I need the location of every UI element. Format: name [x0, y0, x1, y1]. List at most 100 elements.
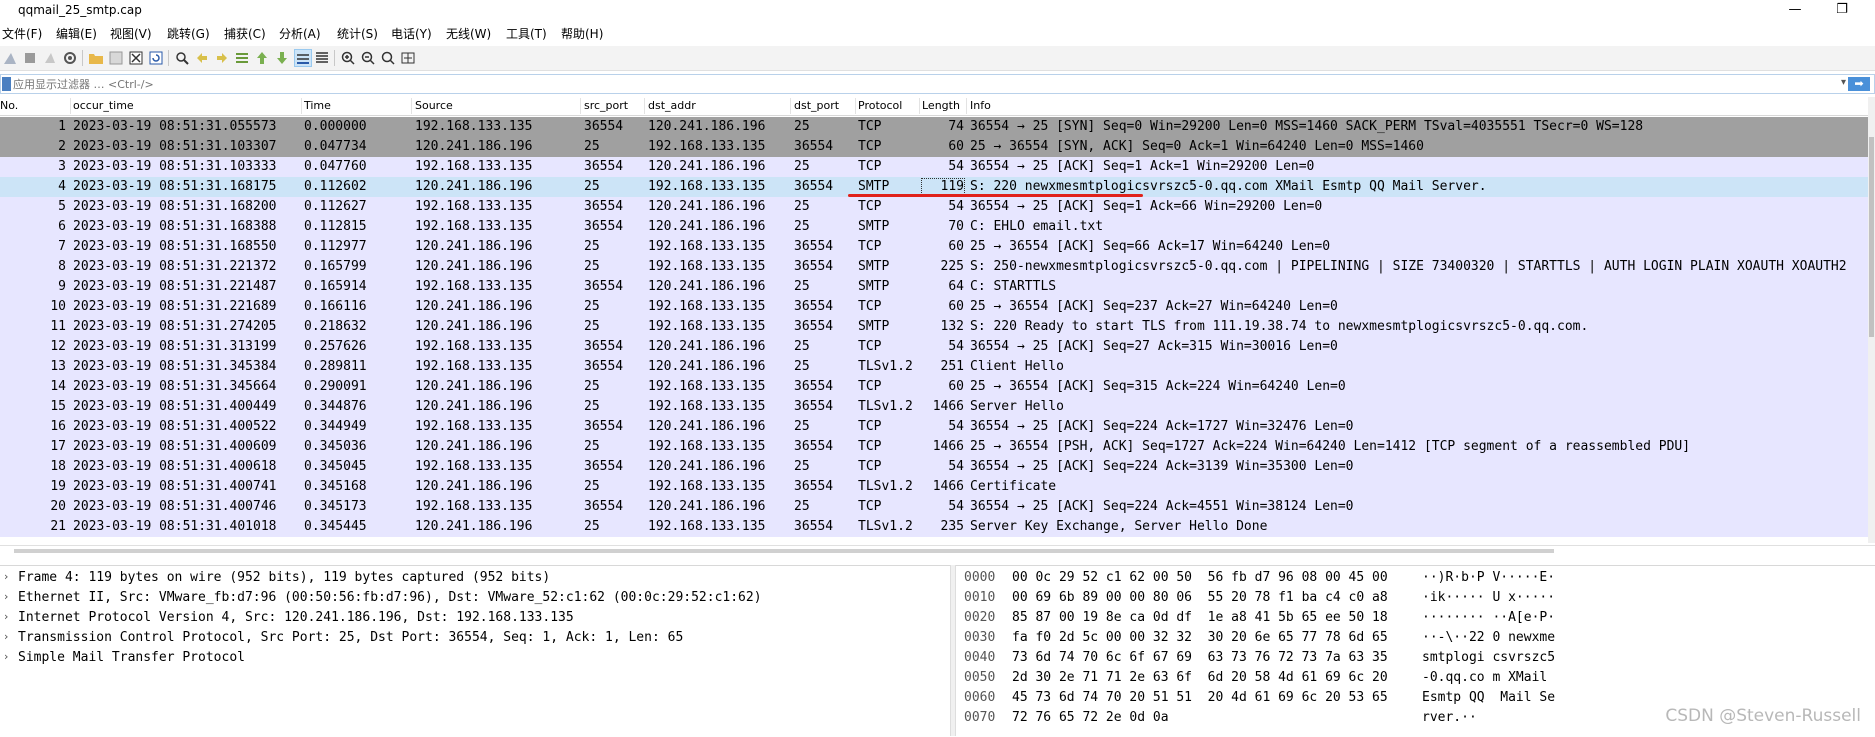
chevron-right-icon[interactable]: ›: [4, 570, 8, 583]
vertical-scrollbar[interactable]: [1868, 97, 1875, 543]
cell-no: 20: [50, 499, 66, 514]
menu-view[interactable]: 视图(V): [110, 25, 152, 42]
chevron-right-icon[interactable]: ›: [4, 610, 8, 623]
zoom-normal-icon[interactable]: [380, 50, 396, 66]
cell-src: 192.168.133.135: [415, 419, 533, 434]
zoom-out-icon[interactable]: [360, 50, 376, 66]
scrollbar-thumb[interactable]: [14, 549, 1554, 553]
col-header-info[interactable]: Info: [970, 99, 991, 112]
menu-capture[interactable]: 捕获(C): [224, 25, 266, 42]
resize-columns-icon[interactable]: [400, 50, 416, 66]
scrollbar-thumb[interactable]: [1869, 137, 1874, 337]
cell-dport: 25: [794, 159, 810, 174]
restore-button[interactable]: ❐: [1822, 0, 1862, 22]
packet-row[interactable]: 17 2023-03-19 08:51:31.400609 0.345036 120.…: [0, 437, 1868, 457]
detail-row-tcp[interactable]: › Transmission Control Protocol, Src Port…: [0, 628, 950, 648]
col-header-dst-addr[interactable]: dst_addr: [648, 99, 696, 112]
packet-row[interactable]: 14 2023-03-19 08:51:31.345664 0.290091 120.…: [0, 377, 1868, 397]
go-forward-icon[interactable]: [214, 50, 230, 66]
col-header-no[interactable]: No.: [0, 99, 18, 112]
packet-row[interactable]: 2 2023-03-19 08:51:31.103307 0.047734 120.2…: [0, 137, 1868, 157]
go-to-packet-icon[interactable]: [234, 50, 250, 66]
packet-row[interactable]: 6 2023-03-19 08:51:31.168388 0.112815 192.1…: [0, 217, 1868, 237]
packet-row[interactable]: 5 2023-03-19 08:51:31.168200 0.112627 192.1…: [0, 197, 1868, 217]
menu-analyze[interactable]: 分析(A): [279, 25, 321, 42]
cell-info: 25 → 36554 [PSH, ACK] Seq=1727 Ack=224 W…: [970, 439, 1691, 454]
cell-dport: 36554: [794, 519, 834, 534]
find-icon[interactable]: [174, 50, 190, 66]
packet-row[interactable]: 9 2023-03-19 08:51:31.221487 0.165914 192.1…: [0, 277, 1868, 297]
detail-row-ethernet[interactable]: › Ethernet II, Src: VMware_fb:d7:96 (00:5…: [0, 588, 950, 608]
cell-len: 1466: [932, 479, 964, 494]
zoom-in-icon[interactable]: [340, 50, 356, 66]
packet-row[interactable]: 13 2023-03-19 08:51:31.345384 0.289811 192.…: [0, 357, 1868, 377]
packet-row[interactable]: 11 2023-03-19 08:51:31.274205 0.218632 120.…: [0, 317, 1868, 337]
options-gear-icon[interactable]: [62, 50, 78, 66]
cell-src: 120.241.186.196: [415, 519, 533, 534]
packet-row[interactable]: 7 2023-03-19 08:51:31.168550 0.112977 120.2…: [0, 237, 1868, 257]
col-header-src-port[interactable]: src_port: [584, 99, 628, 112]
chevron-right-icon[interactable]: ›: [4, 630, 8, 643]
menu-go[interactable]: 跳转(G): [167, 25, 210, 42]
colorize-icon[interactable]: [314, 50, 330, 66]
go-last-icon[interactable]: [274, 50, 290, 66]
packet-row[interactable]: 3 2023-03-19 08:51:31.103333 0.047760 192.1…: [0, 157, 1868, 177]
cell-dst: 120.241.186.196: [648, 159, 766, 174]
col-header-source[interactable]: Source: [415, 99, 453, 112]
cell-dport: 36554: [794, 259, 834, 274]
packet-row[interactable]: 8 2023-03-19 08:51:31.221372 0.165799 120.2…: [0, 257, 1868, 277]
packet-row[interactable]: 12 2023-03-19 08:51:31.313199 0.257626 192.…: [0, 337, 1868, 357]
menu-statistics[interactable]: 统计(S): [337, 25, 378, 42]
cell-sport: 25: [584, 399, 600, 414]
packet-row[interactable]: 15 2023-03-19 08:51:31.400449 0.344876 120.…: [0, 397, 1868, 417]
close-file-icon[interactable]: [128, 50, 144, 66]
chevron-right-icon[interactable]: ›: [4, 590, 8, 603]
cell-len: 54: [948, 499, 964, 514]
menu-wireless[interactable]: 无线(W): [446, 25, 491, 42]
packet-row[interactable]: 18 2023-03-19 08:51:31.400618 0.345045 192.…: [0, 457, 1868, 477]
reload-icon[interactable]: [148, 50, 164, 66]
go-first-icon[interactable]: [254, 50, 270, 66]
packet-row[interactable]: 20 2023-03-19 08:51:31.400746 0.345173 192.…: [0, 497, 1868, 517]
minimize-button[interactable]: —: [1775, 0, 1815, 22]
detail-row-frame[interactable]: › Frame 4: 119 bytes on wire (952 bits), …: [0, 568, 950, 588]
col-header-time[interactable]: Time: [304, 99, 331, 112]
shark-fin-start-icon[interactable]: [2, 50, 18, 66]
packet-row[interactable]: 21 2023-03-19 08:51:31.401018 0.345445 120.…: [0, 517, 1868, 537]
stop-icon[interactable]: [22, 50, 38, 66]
cell-dport: 36554: [794, 439, 834, 454]
menu-telephony[interactable]: 电话(Y): [391, 25, 432, 42]
restart-icon[interactable]: [42, 50, 58, 66]
cell-sport: 36554: [584, 339, 624, 354]
auto-scroll-icon[interactable]: [294, 49, 312, 67]
packet-row[interactable]: 1 2023-03-19 08:51:31.055573 0.000000 192.1…: [0, 117, 1868, 137]
go-back-icon[interactable]: [194, 50, 210, 66]
display-filter-input[interactable]: [13, 75, 1833, 93]
save-icon[interactable]: [108, 50, 124, 66]
col-header-protocol[interactable]: Protocol: [858, 99, 902, 112]
packet-details-pane: › Frame 4: 119 bytes on wire (952 bits), …: [0, 565, 950, 737]
col-header-occur-time[interactable]: occur_time: [73, 99, 134, 112]
col-header-length[interactable]: Length: [922, 99, 960, 112]
horizontal-scrollbar[interactable]: [0, 545, 1875, 556]
packet-row[interactable]: 16 2023-03-19 08:51:31.400522 0.344949 192.…: [0, 417, 1868, 437]
chevron-down-icon[interactable]: ▾: [1841, 77, 1846, 88]
cell-proto: SMTP: [858, 219, 890, 234]
detail-row-ipv4[interactable]: › Internet Protocol Version 4, Src: 120.2…: [0, 608, 950, 628]
bookmark-icon[interactable]: [2, 77, 11, 91]
menu-help[interactable]: 帮助(H): [561, 25, 603, 42]
menu-edit[interactable]: 编辑(E): [56, 25, 97, 42]
packet-row[interactable]: 10 2023-03-19 08:51:31.221689 0.166116 120.…: [0, 297, 1868, 317]
menu-tools[interactable]: 工具(T): [506, 25, 547, 42]
detail-row-smtp[interactable]: › Simple Mail Transfer Protocol: [0, 648, 950, 668]
cell-occur: 2023-03-19 08:51:31.400618: [73, 459, 277, 474]
packet-row[interactable]: 19 2023-03-19 08:51:31.400741 0.345168 120.…: [0, 477, 1868, 497]
menu-file[interactable]: 文件(F): [2, 25, 42, 42]
open-folder-icon[interactable]: [88, 50, 104, 66]
apply-filter-button[interactable]: ➡: [1848, 77, 1870, 91]
chevron-right-icon[interactable]: ›: [4, 650, 8, 663]
cell-occur: 2023-03-19 08:51:31.313199: [73, 339, 277, 354]
col-header-dst-port[interactable]: dst_port: [794, 99, 839, 112]
cell-dst: 192.168.133.135: [648, 319, 766, 334]
cell-no: 21: [50, 519, 66, 534]
